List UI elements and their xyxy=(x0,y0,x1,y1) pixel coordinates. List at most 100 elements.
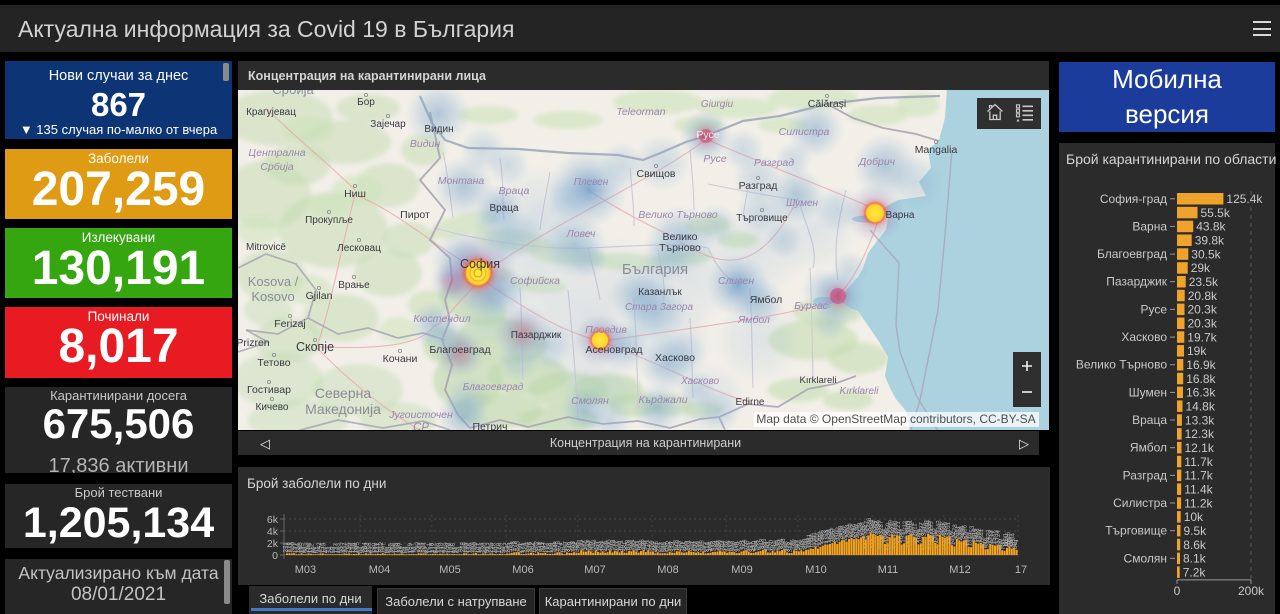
svg-text:M06: M06 xyxy=(512,564,533,576)
svg-text:16.9k: 16.9k xyxy=(1186,358,1216,372)
svg-text:Русе: Русе xyxy=(1140,302,1167,316)
svg-text:Смолян: Смолян xyxy=(571,395,609,407)
svg-text:Търговище: Търговище xyxy=(1105,524,1167,538)
svg-text:СР: СР xyxy=(413,422,429,430)
svg-text:София: София xyxy=(460,257,500,271)
svg-text:M05: M05 xyxy=(439,564,460,576)
svg-text:6k: 6k xyxy=(267,514,279,526)
svg-text:13.3k: 13.3k xyxy=(1185,413,1215,427)
svg-text:Kosovo: Kosovo xyxy=(251,289,294,304)
svg-text:9.5k: 9.5k xyxy=(1184,524,1208,538)
svg-text:M07: M07 xyxy=(584,564,605,576)
svg-text:Смолян: Смолян xyxy=(1124,551,1167,565)
svg-text:20.3k: 20.3k xyxy=(1188,317,1218,331)
svg-text:200k: 200k xyxy=(1238,584,1265,598)
svg-text:Плевен: Плевен xyxy=(574,177,609,188)
svg-text:Пазарджик: Пазарджик xyxy=(1106,275,1167,289)
svg-text:Благоевград: Благоевград xyxy=(429,344,490,356)
svg-text:Map data © OpenStreetMap contr: Map data © OpenStreetMap contributors, C… xyxy=(756,412,1035,426)
svg-text:Зајечар: Зајечар xyxy=(370,119,406,130)
svg-text:8.6k: 8.6k xyxy=(1183,538,1207,552)
svg-text:Централна: Централна xyxy=(248,147,305,159)
svg-text:Гостивар: Гостивар xyxy=(247,384,291,396)
svg-text:Кочани: Кочани xyxy=(383,353,418,365)
svg-text:M10: M10 xyxy=(805,564,826,576)
svg-text:4k: 4k xyxy=(267,526,279,538)
svg-text:Монтана: Монтана xyxy=(438,175,485,187)
svg-text:55.5k: 55.5k xyxy=(1201,206,1231,220)
svg-text:M04: M04 xyxy=(369,564,390,576)
svg-text:43.8k: 43.8k xyxy=(1196,220,1226,234)
svg-text:Teleorman: Teleorman xyxy=(616,106,665,118)
svg-text:Пловдив: Пловдив xyxy=(585,324,627,336)
svg-text:17: 17 xyxy=(1015,564,1027,576)
svg-text:Србија: Србија xyxy=(260,161,294,173)
svg-text:Разград: Разград xyxy=(754,157,794,169)
svg-text:Пазарджик: Пазарджик xyxy=(511,330,562,341)
svg-text:0: 0 xyxy=(272,550,278,562)
svg-text:Враца: Враца xyxy=(489,203,519,214)
svg-text:20.3k: 20.3k xyxy=(1188,303,1218,317)
svg-text:39.8k: 39.8k xyxy=(1195,234,1225,248)
svg-text:7.2k: 7.2k xyxy=(1183,565,1207,579)
svg-text:Kırklareli: Kırklareli xyxy=(800,375,837,386)
svg-text:Југоисточен: Југоисточен xyxy=(388,409,453,421)
svg-text:Враца: Враца xyxy=(499,185,530,197)
svg-text:Ямбол: Ямбол xyxy=(1130,441,1167,455)
svg-text:8.1k: 8.1k xyxy=(1183,552,1207,566)
svg-text:Велико Търново: Велико Търново xyxy=(638,209,718,221)
svg-text:Разград: Разград xyxy=(1123,468,1167,482)
svg-text:2k: 2k xyxy=(267,538,279,550)
svg-text:Кюстендил: Кюстендил xyxy=(413,313,470,325)
svg-text:2959: 2959 xyxy=(885,536,892,551)
svg-text:23.5k: 23.5k xyxy=(1189,275,1219,289)
svg-text:11.7k: 11.7k xyxy=(1184,455,1213,469)
svg-text:Mitrovicë: Mitrovicë xyxy=(246,242,286,253)
svg-text:0: 0 xyxy=(1174,584,1181,598)
svg-text:Хасково: Хасково xyxy=(655,352,695,364)
svg-text:София-град: София-град xyxy=(1100,192,1167,206)
svg-text:Софийска: Софийска xyxy=(510,275,560,287)
svg-text:M03: M03 xyxy=(295,564,316,576)
svg-text:Prizren: Prizren xyxy=(238,337,270,349)
svg-text:Благоевград: Благоевград xyxy=(463,382,524,393)
svg-text:11.4k: 11.4k xyxy=(1184,482,1213,496)
svg-text:Edirne: Edirne xyxy=(736,397,765,408)
svg-text:Стара Загора: Стара Загора xyxy=(625,302,694,313)
svg-text:Македонија: Македонија xyxy=(305,401,381,417)
svg-text:Свищов: Свищов xyxy=(637,168,676,180)
svg-text:M12: M12 xyxy=(949,564,970,576)
svg-text:Търново: Търново xyxy=(659,242,701,254)
svg-text:Казанлък: Казанлък xyxy=(638,287,682,298)
svg-text:30.5k: 30.5k xyxy=(1191,247,1221,261)
svg-text:Видин: Видин xyxy=(424,124,453,135)
svg-text:10k: 10k xyxy=(1184,510,1204,524)
svg-text:M08: M08 xyxy=(657,564,678,576)
svg-text:867: 867 xyxy=(1004,538,1018,548)
svg-text:Ямбол: Ямбол xyxy=(750,294,782,306)
svg-text:11.7k: 11.7k xyxy=(1184,469,1213,483)
svg-text:19k: 19k xyxy=(1187,344,1207,358)
svg-text:Кичево: Кичево xyxy=(256,402,289,413)
svg-text:3015: 3015 xyxy=(921,536,928,551)
svg-text:Хасково: Хасково xyxy=(1121,330,1167,344)
svg-text:Крагујевац: Крагујевац xyxy=(246,107,296,118)
svg-text:19.7k: 19.7k xyxy=(1187,330,1217,344)
svg-text:Велико Търново: Велико Търново xyxy=(1076,358,1167,372)
svg-text:Шумен: Шумен xyxy=(1129,385,1167,399)
svg-text:България: България xyxy=(622,261,688,278)
svg-text:16.3k: 16.3k xyxy=(1186,386,1216,400)
svg-text:20.8k: 20.8k xyxy=(1188,289,1218,303)
svg-text:Търговище: Търговище xyxy=(736,213,788,224)
svg-text:Врање: Врање xyxy=(338,280,370,291)
svg-text:Русе: Русе xyxy=(696,129,719,141)
svg-text:Варна: Варна xyxy=(1132,219,1167,233)
svg-text:Mangalia: Mangalia xyxy=(915,144,958,156)
svg-text:14.8k: 14.8k xyxy=(1186,399,1216,413)
svg-text:Кърджали: Кърджали xyxy=(638,394,687,406)
svg-text:M09: M09 xyxy=(731,564,752,576)
svg-text:Хасково: Хасково xyxy=(680,376,720,387)
svg-text:Сливен: Сливен xyxy=(718,275,754,287)
svg-text:Петрич: Петрич xyxy=(472,421,507,430)
svg-text:12.3k: 12.3k xyxy=(1185,427,1215,441)
